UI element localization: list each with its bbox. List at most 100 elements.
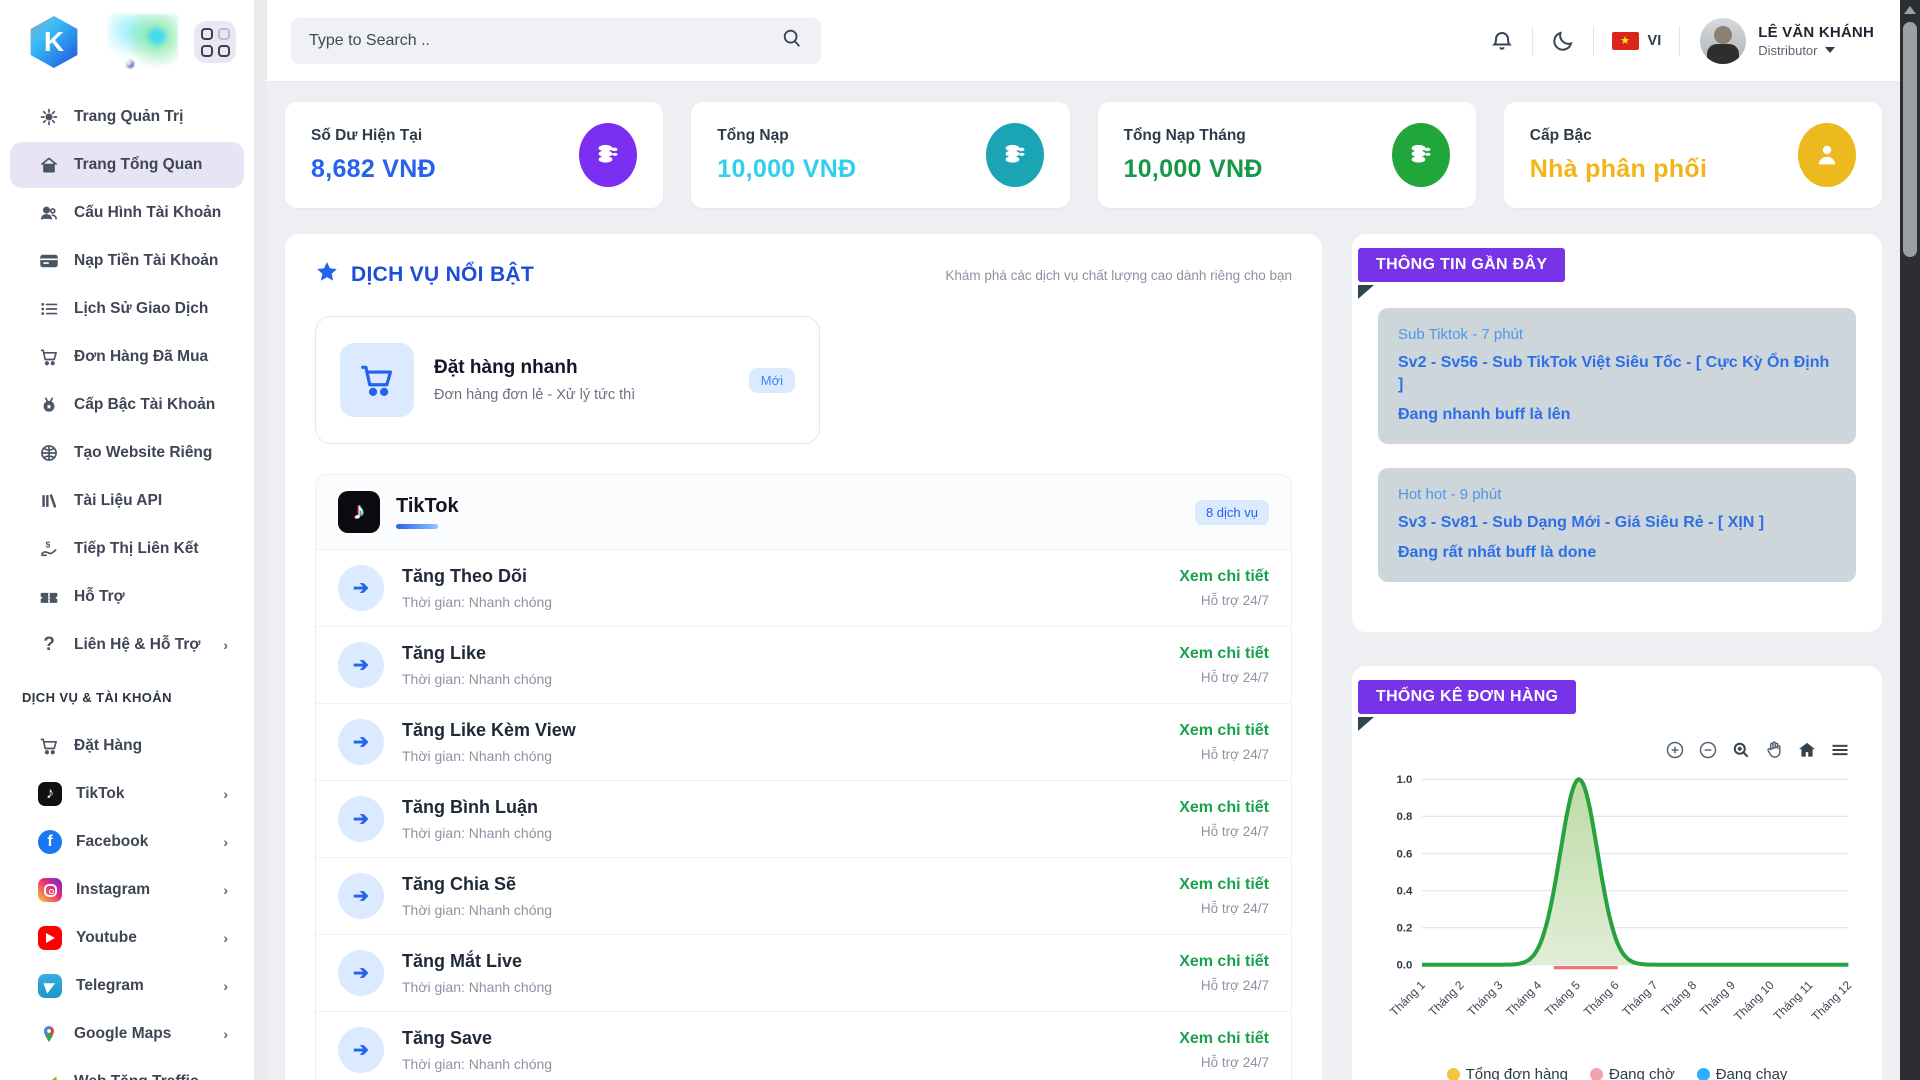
service-support: Hỗ trợ 24/7 xyxy=(1179,978,1269,993)
scrollbar-up-arrow-icon[interactable] xyxy=(1904,6,1916,14)
recent-info-panel: THÔNG TIN GẦN ĐÂY Sub Tiktok - 7 phút Sv… xyxy=(1352,234,1882,632)
books-icon xyxy=(38,490,60,512)
stat-card-1[interactable]: Tổng Nạp 10,000 VNĐ xyxy=(691,102,1069,208)
cart-icon xyxy=(340,343,414,417)
scrollbar-thumb[interactable] xyxy=(1903,22,1917,257)
window-scrollbar[interactable] xyxy=(1900,0,1920,1080)
sidebar-item-main-3[interactable]: Nạp Tiền Tài Khoản xyxy=(10,238,244,284)
apps-grid-icon[interactable] xyxy=(194,21,236,63)
legend-label: Tổng đơn hàng xyxy=(1466,1066,1568,1080)
stat-card-3[interactable]: Cấp Bậc Nhà phân phối xyxy=(1504,102,1882,208)
service-detail-link[interactable]: Xem chi tiết xyxy=(1179,799,1269,817)
gmaps-icon xyxy=(38,1023,60,1045)
service-detail-link[interactable]: Xem chi tiết xyxy=(1179,1030,1269,1048)
sidebar-item-label: Trang Quản Trị xyxy=(74,108,183,126)
svg-text:0.4: 0.4 xyxy=(1396,885,1413,897)
search-icon[interactable] xyxy=(781,27,803,54)
stat-card-0[interactable]: Số Dư Hiện Tại 8,682 VNĐ xyxy=(285,102,663,208)
service-detail-link[interactable]: Xem chi tiết xyxy=(1179,645,1269,663)
sidebar-item-label: Tiếp Thị Liên Kết xyxy=(74,540,199,558)
chart-selection-zoom-icon[interactable] xyxy=(1731,740,1751,760)
recent-info-ribbon: THÔNG TIN GẦN ĐÂY xyxy=(1358,248,1565,282)
sidebar-item-main-6[interactable]: Cấp Bậc Tài Khoản xyxy=(10,382,244,428)
service-detail-link[interactable]: Xem chi tiết xyxy=(1179,876,1269,894)
orders-area-chart[interactable]: 1.00.80.60.40.20.0 Tháng 1Tháng 2Tháng 3… xyxy=(1378,764,1856,1051)
legend-dot-icon xyxy=(1447,1068,1460,1080)
chart-pan-icon[interactable] xyxy=(1764,740,1784,760)
service-title: Tăng Theo Dõi xyxy=(402,566,552,587)
service-row-2[interactable]: ➔ Tăng Like Kèm View Thời gian: Nhanh ch… xyxy=(316,704,1291,781)
user-role: Distributor xyxy=(1758,43,1817,58)
service-row-4[interactable]: ➔ Tăng Chia Sẽ Thời gian: Nhanh chóng Xe… xyxy=(316,858,1291,935)
sidebar-item-main-0[interactable]: Trang Quản Trị xyxy=(10,94,244,140)
service-support: Hỗ trợ 24/7 xyxy=(1179,824,1269,839)
sidebar-item-svc-2[interactable]: fFacebook › xyxy=(10,819,244,865)
sidebar-item-label: Tạo Website Riêng xyxy=(74,444,212,462)
service-row-1[interactable]: ➔ Tăng Like Thời gian: Nhanh chóng Xem c… xyxy=(316,627,1291,704)
notification-line2: Đang nhanh buff là lên xyxy=(1398,404,1836,426)
sidebar-item-main-7[interactable]: Tạo Website Riêng xyxy=(10,430,244,476)
ribbon-fold xyxy=(1358,285,1374,299)
chevron-right-icon: › xyxy=(223,978,228,994)
sidebar-item-main-8[interactable]: Tài Liệu API xyxy=(10,478,244,524)
sidebar-item-svc-5[interactable]: Telegram › xyxy=(10,963,244,1009)
service-detail-link[interactable]: Xem chi tiết xyxy=(1179,953,1269,971)
search-input[interactable] xyxy=(309,32,769,50)
brand-logo[interactable]: K xyxy=(28,16,80,68)
notification-card-0[interactable]: Sub Tiktok - 7 phút Sv2 - Sv56 - Sub Tik… xyxy=(1378,308,1856,444)
sidebar-item-main-9[interactable]: $Tiếp Thị Liên Kết xyxy=(10,526,244,572)
chart-home-icon[interactable] xyxy=(1797,740,1817,760)
sidebar-item-label: Web Tăng Traffic xyxy=(74,1073,199,1080)
svg-text:Tháng 10: Tháng 10 xyxy=(1731,978,1777,1024)
user-menu[interactable]: LÊ VĂN KHÁNH Distributor xyxy=(1680,18,1874,64)
notifications-bell-icon[interactable] xyxy=(1472,29,1532,53)
sidebar-item-main-10[interactable]: Hỗ Trợ xyxy=(10,574,244,620)
language-switcher[interactable]: ★ VI xyxy=(1594,32,1680,50)
sidebar-item-main-5[interactable]: Đơn Hàng Đã Mua xyxy=(10,334,244,380)
traffic-icon xyxy=(38,1071,60,1080)
svg-text:0.0: 0.0 xyxy=(1396,960,1412,972)
stat-value: 10,000 VNĐ xyxy=(717,155,856,184)
dark-mode-moon-icon[interactable] xyxy=(1533,29,1593,53)
sidebar-main-menu: Trang Quản Trị Trang Tổng Quan Cấu Hình … xyxy=(0,84,254,668)
sidebar-item-svc-6[interactable]: Google Maps › xyxy=(10,1011,244,1057)
service-row-0[interactable]: ➔ Tăng Theo Dõi Thời gian: Nhanh chóng X… xyxy=(316,550,1291,627)
legend-item[interactable]: Đang chờ xyxy=(1590,1066,1675,1080)
chart-zoom-out-icon[interactable] xyxy=(1698,740,1718,760)
stat-card-2[interactable]: Tổng Nạp Tháng 10,000 VNĐ xyxy=(1098,102,1476,208)
sidebar-item-svc-4[interactable]: Youtube › xyxy=(10,915,244,961)
service-row-5[interactable]: ➔ Tăng Mắt Live Thời gian: Nhanh chóng X… xyxy=(316,935,1291,1012)
service-row-3[interactable]: ➔ Tăng Bình Luận Thời gian: Nhanh chóng … xyxy=(316,781,1291,858)
legend-item[interactable]: Đang chạy xyxy=(1697,1066,1788,1080)
arrow-right-icon: ➔ xyxy=(338,719,384,765)
service-detail-link[interactable]: Xem chi tiết xyxy=(1179,722,1269,740)
sidebar-item-svc-0[interactable]: Đặt Hàng xyxy=(10,723,244,769)
stat-label: Cấp Bậc xyxy=(1530,127,1708,145)
sidebar-item-main-1[interactable]: Trang Tổng Quan xyxy=(10,142,244,188)
service-time: Thời gian: Nhanh chóng xyxy=(402,1056,552,1072)
quick-order-card[interactable]: Đặt hàng nhanh Đơn hàng đơn lẻ - Xử lý t… xyxy=(315,316,820,444)
platform-name: TikTok xyxy=(396,495,459,518)
list-icon xyxy=(38,298,60,320)
sidebar-item-svc-1[interactable]: ♪TikTok › xyxy=(10,771,244,817)
legend-item[interactable]: Tổng đơn hàng xyxy=(1447,1066,1568,1080)
stat-cards: Số Dư Hiện Tại 8,682 VNĐ Tổng Nạp 10,000… xyxy=(285,102,1882,208)
chevron-right-icon: › xyxy=(223,930,228,946)
sidebar-item-label: TikTok xyxy=(76,785,125,803)
sidebar-item-main-4[interactable]: Lịch Sử Giao Dịch xyxy=(10,286,244,332)
sidebar-item-svc-7[interactable]: Web Tăng Traffic › xyxy=(10,1059,244,1080)
tiktok-services-section: ♪ TikTok 8 dịch vụ ➔ Tăng Theo Dõi Thời … xyxy=(315,474,1292,1080)
service-row-6[interactable]: ➔ Tăng Save Thời gian: Nhanh chóng Xem c… xyxy=(316,1012,1291,1080)
service-detail-link[interactable]: Xem chi tiết xyxy=(1179,568,1269,586)
chart-zoom-in-icon[interactable] xyxy=(1665,740,1685,760)
notification-card-1[interactable]: Hot hot - 9 phút Sv3 - Sv81 - Sub Dạng M… xyxy=(1378,468,1856,582)
sidebar-item-svc-3[interactable]: Instagram › xyxy=(10,867,244,913)
arrow-right-icon: ➔ xyxy=(338,565,384,611)
sidebar-item-label: Hỗ Trợ xyxy=(74,588,125,606)
chart-menu-icon[interactable] xyxy=(1830,740,1850,760)
sidebar-scrollbar[interactable] xyxy=(254,0,267,1080)
sidebar-item-main-11[interactable]: ?Liên Hệ & Hỗ Trợ › xyxy=(10,622,244,668)
service-title: Tăng Chia Sẽ xyxy=(402,874,552,895)
ticket-icon xyxy=(38,586,60,608)
sidebar-item-main-2[interactable]: Cấu Hình Tài Khoản xyxy=(10,190,244,236)
